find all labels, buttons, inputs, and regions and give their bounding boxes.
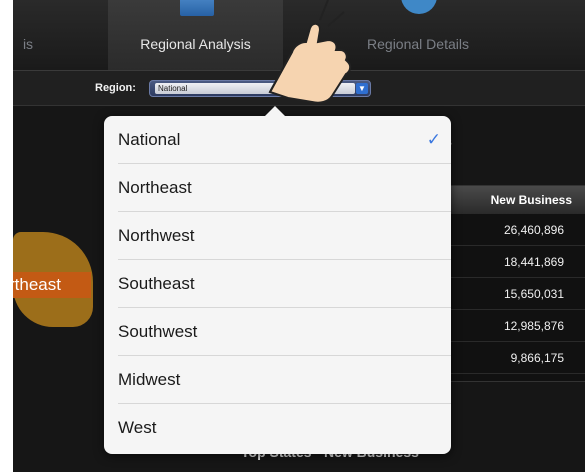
- pointing-hand-icon: [268, 0, 352, 104]
- option-label: Southwest: [118, 322, 198, 341]
- option-northeast[interactable]: Northeast: [104, 164, 451, 212]
- bar-chart-icon: [180, 0, 214, 16]
- option-label: Northwest: [118, 226, 195, 245]
- checkmark-icon: ✓: [426, 130, 441, 149]
- option-national[interactable]: National ✓: [104, 116, 451, 164]
- option-midwest[interactable]: Midwest: [104, 356, 451, 404]
- region-dropdown-popover: National ✓ Northeast Northwest Southeast…: [104, 106, 451, 454]
- option-label: West: [118, 418, 157, 437]
- option-southeast[interactable]: Southeast: [104, 260, 451, 308]
- option-label: Midwest: [118, 370, 181, 389]
- tab-previous[interactable]: is: [13, 0, 63, 70]
- option-label: Southeast: [118, 274, 195, 293]
- region-label: Region:: [95, 82, 136, 94]
- tab-previous-label: is: [22, 36, 34, 52]
- option-northwest[interactable]: Northwest: [104, 212, 451, 260]
- option-southwest[interactable]: Southwest: [104, 308, 451, 356]
- option-west[interactable]: West: [104, 404, 451, 452]
- map-region-label: rtheast: [13, 272, 91, 298]
- pie-chart-icon: [401, 0, 437, 14]
- option-label: Northeast: [118, 178, 192, 197]
- option-label: National: [118, 130, 181, 149]
